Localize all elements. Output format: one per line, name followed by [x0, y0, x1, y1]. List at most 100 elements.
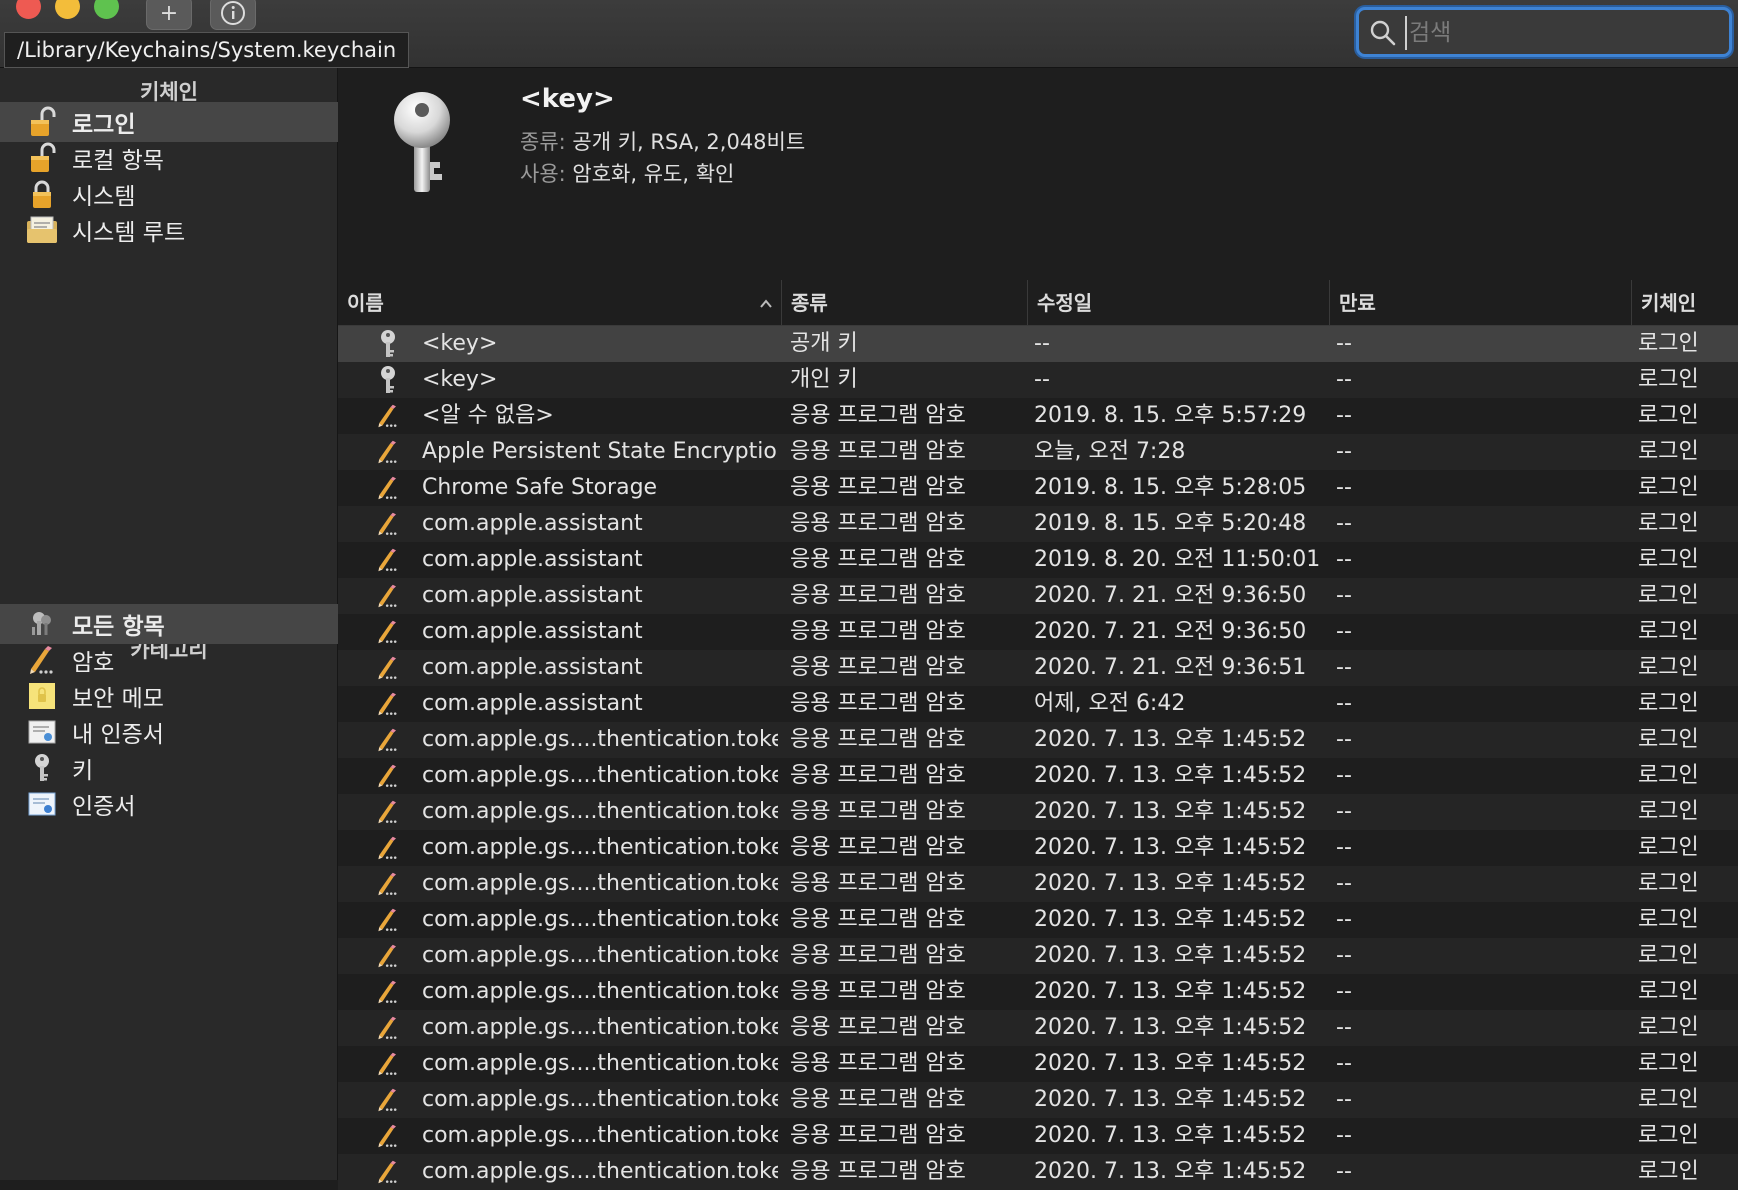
- cell-modified: 2020. 7. 13. 오후 1:45:52: [1034, 943, 1307, 968]
- keychain-item[interactable]: 로그인: [0, 102, 338, 142]
- table-row[interactable]: Chrome Safe Storage 응용 프로그램 암호 2019. 8. 15…: [338, 470, 1738, 506]
- password-pencil-icon: [376, 650, 400, 686]
- cell-keychain: 로그인: [1638, 1051, 1699, 1076]
- my-certificate-icon: [24, 716, 60, 748]
- cell-name: com.apple.gs....thentication.token: [422, 979, 778, 1004]
- cell-expires: --: [1336, 1051, 1352, 1076]
- keychain-item[interactable]: 로컬 항목: [0, 138, 338, 178]
- large-key-icon: [386, 90, 458, 204]
- table-row[interactable]: com.apple.gs....thentication.token 응용 프로그…: [338, 1118, 1738, 1154]
- cell-kind: 응용 프로그램 암호: [790, 835, 966, 860]
- table-row[interactable]: com.apple.assistant 응용 프로그램 암호 2020. 7. 21…: [338, 614, 1738, 650]
- category-item-label: 키: [72, 758, 94, 784]
- column-header-name[interactable]: 이름: [338, 280, 782, 326]
- category-item[interactable]: 키: [0, 748, 338, 788]
- table-row[interactable]: com.apple.assistant 응용 프로그램 암호 2020. 7. 21…: [338, 578, 1738, 614]
- column-header-label: 키체인: [1641, 291, 1697, 315]
- table-row[interactable]: com.apple.gs....thentication.token 응용 프로그…: [338, 1010, 1738, 1046]
- password-pencil-icon: [376, 974, 400, 1010]
- category-item[interactable]: 내 인증서: [0, 712, 338, 752]
- cell-name: com.apple.gs....thentication.token: [422, 907, 778, 932]
- cell-expires: --: [1336, 475, 1352, 500]
- cell-expires: --: [1336, 439, 1352, 464]
- keychain-item[interactable]: 시스템: [0, 174, 338, 214]
- table-row[interactable]: com.apple.gs....thentication.token 응용 프로그…: [338, 1154, 1738, 1190]
- cell-name: com.apple.assistant: [422, 691, 643, 716]
- column-header-expires[interactable]: 만료: [1330, 280, 1632, 326]
- table-row[interactable]: <알 수 없음> 응용 프로그램 암호 2019. 8. 15. 오후 5:57:2…: [338, 398, 1738, 434]
- cell-keychain: 로그인: [1638, 547, 1699, 572]
- cell-name: <key>: [422, 367, 498, 392]
- column-header-modified[interactable]: 수정일: [1028, 280, 1330, 326]
- table-row[interactable]: <key> 공개 키 -- -- 로그인: [338, 326, 1738, 362]
- search-field[interactable]: [1356, 7, 1732, 57]
- get-info-button[interactable]: [210, 0, 256, 30]
- cell-keychain: 로그인: [1638, 367, 1699, 392]
- table-row[interactable]: com.apple.assistant 응용 프로그램 암호 2020. 7. 21…: [338, 650, 1738, 686]
- cell-name: com.apple.gs....thentication.token: [422, 835, 778, 860]
- search-input[interactable]: [1405, 16, 1721, 50]
- password-pencil-icon: [376, 542, 400, 578]
- table-row[interactable]: com.apple.assistant 응용 프로그램 암호 2019. 8. 20…: [338, 542, 1738, 578]
- password-pencil-icon: [376, 758, 400, 794]
- cell-expires: --: [1336, 331, 1352, 356]
- table-row[interactable]: Apple Persistent State Encryption 응용 프로그램…: [338, 434, 1738, 470]
- table-row[interactable]: com.apple.assistant 응용 프로그램 암호 어제, 오전 6:42…: [338, 686, 1738, 722]
- table-row[interactable]: com.apple.gs....thentication.token 응용 프로그…: [338, 830, 1738, 866]
- usage-label: 사용:: [520, 162, 566, 186]
- password-pencil-icon: [376, 794, 400, 830]
- cell-kind: 개인 키: [790, 367, 858, 392]
- cell-name: com.apple.gs....thentication.token: [422, 799, 778, 824]
- table-row[interactable]: com.apple.gs....thentication.token 응용 프로그…: [338, 938, 1738, 974]
- minimize-window-button[interactable]: [55, 0, 80, 19]
- password-pencil-icon: [24, 644, 60, 676]
- cell-expires: --: [1336, 1159, 1352, 1184]
- column-header-keychain[interactable]: 키체인: [1632, 280, 1738, 326]
- table-row[interactable]: com.apple.gs....thentication.token 응용 프로그…: [338, 722, 1738, 758]
- table-row[interactable]: com.apple.gs....thentication.token 응용 프로그…: [338, 1082, 1738, 1118]
- locked-padlock-icon: [24, 178, 60, 210]
- cell-keychain: 로그인: [1638, 907, 1699, 932]
- zoom-window-button[interactable]: [94, 0, 119, 19]
- table-row[interactable]: <key> 개인 키 -- -- 로그인: [338, 362, 1738, 398]
- cell-keychain: 로그인: [1638, 511, 1699, 536]
- column-header-kind[interactable]: 종류: [782, 280, 1028, 326]
- cell-modified: 2019. 8. 15. 오후 5:57:29: [1034, 403, 1307, 428]
- table-row[interactable]: com.apple.gs....thentication.token 응용 프로그…: [338, 1046, 1738, 1082]
- certificate-icon: [24, 788, 60, 820]
- cell-modified: 어제, 오전 6:42: [1034, 691, 1186, 716]
- table-row[interactable]: com.apple.gs....thentication.token 응용 프로그…: [338, 866, 1738, 902]
- keychain-item-label: 로그인: [72, 112, 136, 138]
- password-pencil-icon: [376, 938, 400, 974]
- cell-kind: 응용 프로그램 암호: [790, 727, 966, 752]
- cell-expires: --: [1336, 1015, 1352, 1040]
- table-row[interactable]: com.apple.gs....thentication.token 응용 프로그…: [338, 902, 1738, 938]
- category-item[interactable]: 모든 항목: [0, 604, 338, 644]
- table-row[interactable]: com.apple.assistant 응용 프로그램 암호 2019. 8. 15…: [338, 506, 1738, 542]
- cell-modified: 2020. 7. 13. 오후 1:45:52: [1034, 1015, 1307, 1040]
- table-header: 이름 종류 수정일 만료 키체인: [338, 280, 1738, 326]
- cell-expires: --: [1336, 655, 1352, 680]
- table-row[interactable]: com.apple.gs....thentication.token 응용 프로그…: [338, 974, 1738, 1010]
- password-pencil-icon: [376, 902, 400, 938]
- keychain-item[interactable]: 시스템 루트: [0, 210, 338, 250]
- category-item[interactable]: 암호: [0, 640, 338, 680]
- cell-kind: 응용 프로그램 암호: [790, 403, 966, 428]
- category-item[interactable]: 인증서: [0, 784, 338, 824]
- cell-kind: 응용 프로그램 암호: [790, 619, 966, 644]
- add-item-button[interactable]: +: [146, 0, 192, 30]
- table-row[interactable]: com.apple.gs....thentication.token 응용 프로그…: [338, 758, 1738, 794]
- cell-keychain: 로그인: [1638, 439, 1699, 464]
- cell-keychain: 로그인: [1638, 1015, 1699, 1040]
- cell-kind: 응용 프로그램 암호: [790, 1159, 966, 1184]
- table-row[interactable]: com.apple.gs....thentication.token 응용 프로그…: [338, 794, 1738, 830]
- cell-expires: --: [1336, 979, 1352, 1004]
- cell-keychain: 로그인: [1638, 655, 1699, 680]
- cell-modified: 2020. 7. 13. 오후 1:45:52: [1034, 979, 1307, 1004]
- cell-keychain: 로그인: [1638, 1159, 1699, 1184]
- cell-keychain: 로그인: [1638, 583, 1699, 608]
- keychain-item-label: 시스템 루트: [72, 220, 186, 246]
- category-item[interactable]: 보안 메모: [0, 676, 338, 716]
- close-window-button[interactable]: [16, 0, 41, 19]
- cell-name: com.apple.gs....thentication.token: [422, 1051, 778, 1076]
